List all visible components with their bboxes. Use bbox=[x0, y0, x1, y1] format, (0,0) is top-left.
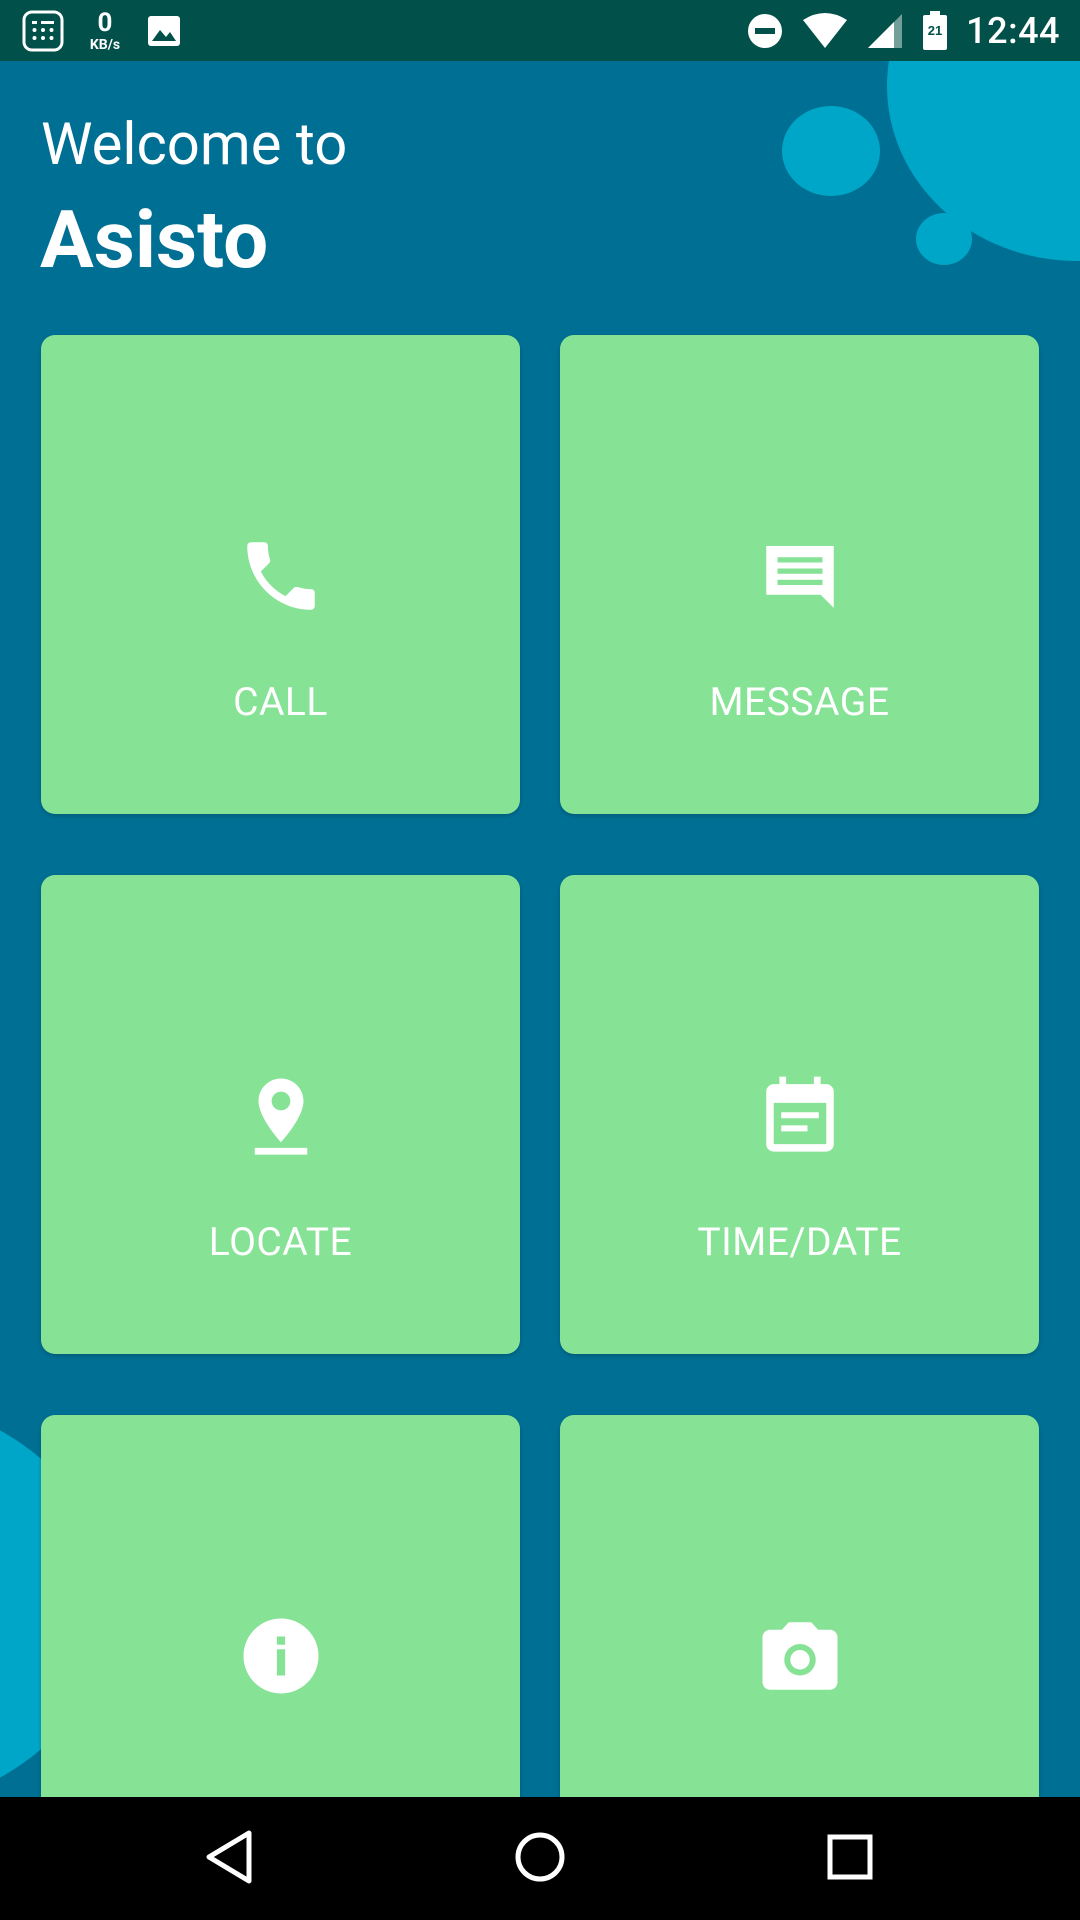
network-speed-unit: KB/s bbox=[89, 36, 121, 53]
time-date-label: TIME/DATE bbox=[697, 1219, 902, 1265]
recents-button[interactable] bbox=[812, 1821, 888, 1897]
info-tile[interactable] bbox=[41, 1415, 520, 1797]
message-label: MESSAGE bbox=[709, 679, 890, 725]
decorative-bubble bbox=[916, 213, 972, 265]
location-pin-icon bbox=[236, 1071, 326, 1161]
main-screen: Welcome to Asisto CALL MESSAGE LOCATE TI… bbox=[0, 61, 1080, 1797]
image-icon bbox=[146, 13, 182, 49]
app-title: Asisto bbox=[40, 193, 269, 287]
network-speed-value: 0 bbox=[97, 7, 113, 38]
info-icon bbox=[236, 1611, 326, 1701]
network-speed: 0 KB/s bbox=[82, 10, 128, 52]
navigation-bar bbox=[0, 1797, 1080, 1920]
call-tile[interactable]: CALL bbox=[41, 335, 520, 814]
do-not-disturb-icon bbox=[746, 12, 784, 50]
welcome-text: Welcome to bbox=[41, 111, 348, 179]
call-label: CALL bbox=[233, 679, 328, 725]
message-icon bbox=[755, 531, 845, 621]
decorative-bubble bbox=[782, 106, 880, 196]
recents-icon bbox=[820, 1827, 880, 1891]
locate-tile[interactable]: LOCATE bbox=[41, 875, 520, 1354]
calculator-icon bbox=[22, 10, 64, 52]
home-button[interactable] bbox=[502, 1821, 578, 1897]
clock: 12:44 bbox=[966, 9, 1060, 52]
message-tile[interactable]: MESSAGE bbox=[560, 335, 1039, 814]
camera-icon bbox=[755, 1611, 845, 1701]
battery-level: 21 bbox=[928, 23, 942, 38]
camera-tile[interactable] bbox=[560, 1415, 1039, 1797]
battery-icon: 21 bbox=[922, 10, 948, 51]
status-bar-left: 0 KB/s bbox=[22, 0, 182, 61]
back-icon bbox=[201, 1827, 261, 1891]
back-button[interactable] bbox=[193, 1821, 269, 1897]
calendar-icon bbox=[755, 1071, 845, 1161]
phone-icon bbox=[236, 531, 326, 621]
status-bar-right: 21 12:44 bbox=[746, 0, 1060, 61]
cell-signal-icon bbox=[866, 12, 904, 50]
locate-label: LOCATE bbox=[208, 1219, 353, 1265]
home-icon bbox=[510, 1827, 570, 1891]
time-date-tile[interactable]: TIME/DATE bbox=[560, 875, 1039, 1354]
wifi-icon bbox=[802, 12, 848, 50]
decorative-bubble bbox=[887, 61, 1080, 261]
status-bar: 0 KB/s 21 12:44 bbox=[0, 0, 1080, 61]
